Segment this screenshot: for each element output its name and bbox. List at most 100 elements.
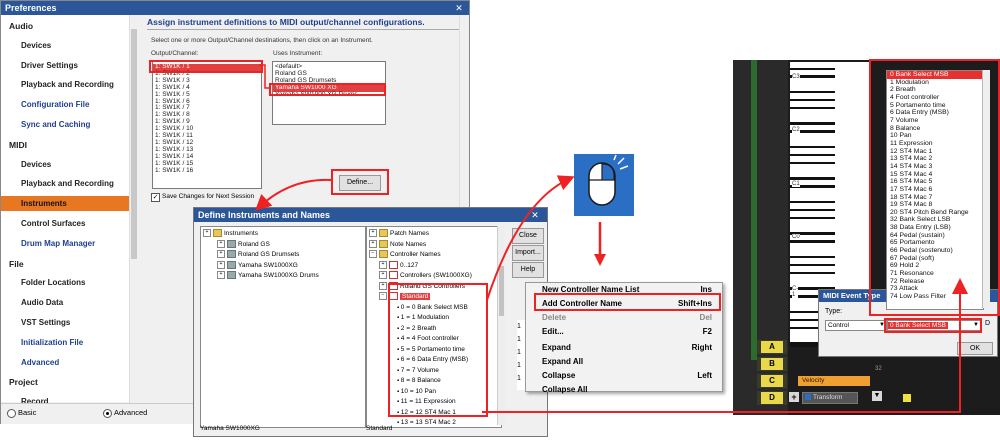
nav-item-10[interactable]: Control Surfaces bbox=[21, 219, 85, 228]
context-menu-item[interactable]: Add Controller Name Shift+Ins bbox=[526, 297, 722, 311]
expand-icon[interactable]: + bbox=[203, 229, 211, 238]
controller-option[interactable]: 10 Pan bbox=[887, 132, 983, 140]
close-icon[interactable]: ✕ bbox=[527, 209, 543, 221]
context-menu-item[interactable]: Expand Right bbox=[526, 341, 722, 355]
controller-option[interactable]: 66 Pedal (sostenuto) bbox=[887, 247, 983, 255]
controller-option[interactable]: 65 Portamento bbox=[887, 239, 983, 247]
controller-name-item[interactable]: ▪ 0 = 0 Bank Select MSB bbox=[369, 303, 499, 314]
controller-option[interactable]: 12 ST4 Mac 1 bbox=[887, 148, 983, 156]
controller-name-item[interactable]: ▪ 7 = 7 Volume bbox=[369, 366, 499, 377]
context-menu-item[interactable]: Expand All bbox=[526, 355, 722, 369]
instrument-tree-node[interactable]: + Roland GS bbox=[203, 239, 363, 251]
controller-option[interactable]: 8 Balance bbox=[887, 125, 983, 133]
context-menu-item[interactable]: New Controller Name List Ins bbox=[526, 283, 722, 297]
names-tree[interactable]: + Patch Names + Note Names − Controller Names… bbox=[366, 226, 502, 428]
save-changes-checkbox[interactable]: ✓ bbox=[151, 193, 160, 202]
controller-name-item[interactable]: ▪ 1 = 1 Modulation bbox=[369, 313, 499, 324]
controller-option[interactable]: 2 Breath bbox=[887, 86, 983, 94]
nav-item-14[interactable]: Audio Data bbox=[21, 298, 63, 307]
controller-option[interactable]: 18 ST4 Mac 7 bbox=[887, 194, 983, 202]
expand-icon[interactable]: + bbox=[217, 260, 225, 269]
instrument-tree-node[interactable]: + Instruments bbox=[203, 229, 363, 240]
controller-name-item[interactable]: ▪ 11 = 11 Expression bbox=[369, 397, 499, 408]
controller-option[interactable]: 6 Data Entry (MSB) bbox=[887, 109, 983, 117]
type-select[interactable]: Control ▼ bbox=[825, 320, 887, 331]
names-tree-node[interactable]: − Standard bbox=[369, 292, 499, 303]
ok-button[interactable]: OK bbox=[957, 342, 993, 355]
expand-icon[interactable]: + bbox=[217, 250, 225, 259]
expand-icon[interactable]: − bbox=[379, 292, 387, 301]
controller-option[interactable]: 1 Modulation bbox=[887, 79, 983, 87]
expand-icon[interactable]: + bbox=[379, 260, 387, 269]
nav-item-2[interactable]: Driver Settings bbox=[21, 61, 78, 70]
nav-section-midi[interactable]: MIDI bbox=[9, 140, 27, 150]
controller-name-item[interactable]: ▪ 10 = 10 Pan bbox=[369, 387, 499, 398]
controller-option[interactable]: 74 Low Pass Filter bbox=[887, 293, 983, 301]
expand-icon[interactable]: + bbox=[217, 239, 225, 248]
instruments-tree[interactable]: + Instruments + Roland GS + Roland GS Drumset… bbox=[200, 226, 366, 428]
controller-option[interactable]: 71 Resonance bbox=[887, 270, 983, 278]
controller-option[interactable]: 16 ST4 Mac 5 bbox=[887, 178, 983, 186]
controller-option[interactable]: 69 Hold 2 bbox=[887, 262, 983, 270]
expand-icon[interactable]: + bbox=[369, 229, 377, 238]
controller-option[interactable]: 15 ST4 Mac 4 bbox=[887, 171, 983, 179]
controller-select[interactable]: 0 Bank Select MSB ▼ bbox=[887, 320, 981, 331]
nav-scrollbar[interactable] bbox=[129, 15, 138, 403]
controller-list-scrollbar[interactable] bbox=[982, 70, 990, 308]
names-tree-node[interactable]: + Patch Names bbox=[369, 229, 499, 240]
nav-item-4[interactable]: Configuration File bbox=[21, 100, 89, 109]
controller-option[interactable]: 73 Attack bbox=[887, 285, 983, 293]
controller-option[interactable]: 11 Expression bbox=[887, 140, 983, 148]
help-button[interactable]: Help bbox=[512, 262, 544, 278]
controller-option[interactable]: 7 Volume bbox=[887, 117, 983, 125]
nav-item-7[interactable]: Devices bbox=[21, 160, 51, 169]
context-menu-item[interactable]: Edit... F2 bbox=[526, 325, 722, 339]
nav-item-17[interactable]: Advanced bbox=[21, 358, 59, 367]
instrument-tree-node[interactable]: + Yamaha SW1000XG bbox=[203, 260, 363, 272]
names-tree-scrollbar[interactable] bbox=[497, 226, 505, 425]
controller-name-item[interactable]: ▪ 5 = 5 Portamento time bbox=[369, 345, 499, 356]
controller-option[interactable]: 67 Pedal (soft) bbox=[887, 255, 983, 263]
track-button-b[interactable]: B bbox=[757, 357, 787, 371]
instrument-tree-node[interactable]: + Yamaha SW1000XG Drums bbox=[203, 271, 363, 282]
names-tree-node[interactable]: + Controllers (SW1000XG) bbox=[369, 271, 499, 282]
controller-name-item[interactable]: ▪ 4 = 4 Foot controller bbox=[369, 334, 499, 345]
expand-icon[interactable]: + bbox=[369, 239, 377, 248]
names-tree-node[interactable]: +0..127 bbox=[369, 260, 499, 272]
nav-section-file[interactable]: File bbox=[9, 259, 24, 269]
output-channel-list[interactable]: 1: SW1K / 1 1: SW1K / 2 1: SW1K / 3 1: SW1K… bbox=[152, 61, 262, 189]
track-button-c[interactable]: C bbox=[757, 374, 787, 388]
dialog-close-button[interactable]: Close bbox=[512, 228, 544, 244]
transform-button[interactable]: Transform bbox=[802, 392, 858, 404]
controller-option[interactable]: 17 ST4 Mac 6 bbox=[887, 186, 983, 194]
names-tree-node[interactable]: + Note Names bbox=[369, 239, 499, 251]
controller-option[interactable]: 20 ST4 Pitch Bend Range bbox=[887, 209, 983, 217]
nav-item-9[interactable]: Instruments bbox=[1, 196, 129, 212]
controller-dropdown-list[interactable]: 0 Bank Select MSB 1 Modulation 2 Breath 4 F… bbox=[886, 70, 984, 310]
nav-item-1[interactable]: Devices bbox=[21, 41, 51, 50]
controller-option[interactable]: 5 Portamento time bbox=[887, 102, 983, 110]
instrument-item[interactable]: Yamaha SW1000 XG Drums bbox=[273, 91, 385, 99]
nav-item-15[interactable]: VST Settings bbox=[21, 318, 70, 327]
controller-option[interactable]: 72 Release bbox=[887, 278, 983, 286]
nav-item-3[interactable]: Playback and Recording bbox=[21, 80, 114, 89]
advanced-radio[interactable] bbox=[103, 409, 112, 418]
nav-item-11[interactable]: Drum Map Manager bbox=[21, 239, 95, 248]
track-button-d[interactable]: D bbox=[757, 391, 787, 405]
controller-option[interactable]: 4 Foot controller bbox=[887, 94, 983, 102]
nav-section-audio[interactable]: Audio bbox=[9, 21, 33, 31]
controller-option[interactable]: 32 Bank Select LSB bbox=[887, 216, 983, 224]
expand-icon[interactable]: + bbox=[217, 271, 225, 280]
controller-option[interactable]: 14 ST4 Mac 3 bbox=[887, 163, 983, 171]
controller-option[interactable]: 64 Pedal (sustain) bbox=[887, 232, 983, 240]
controller-option[interactable]: 13 ST4 Mac 2 bbox=[887, 155, 983, 163]
basic-radio[interactable] bbox=[7, 409, 16, 418]
nav-item-16[interactable]: Initialization File bbox=[21, 338, 83, 347]
velocity-tab[interactable]: Velocity bbox=[798, 376, 870, 386]
controller-name-item[interactable]: ▪ 6 = 6 Data Entry (MSB) bbox=[369, 355, 499, 366]
expand-icon[interactable]: + bbox=[379, 271, 387, 280]
controller-name-item[interactable]: ▪ 8 = 8 Balance bbox=[369, 376, 499, 387]
instrument-list[interactable]: <default> Roland GS Roland GS Drumsets Yama… bbox=[272, 61, 386, 125]
nav-item-13[interactable]: Folder Locations bbox=[21, 278, 85, 287]
import-button[interactable]: Import... bbox=[512, 245, 544, 261]
